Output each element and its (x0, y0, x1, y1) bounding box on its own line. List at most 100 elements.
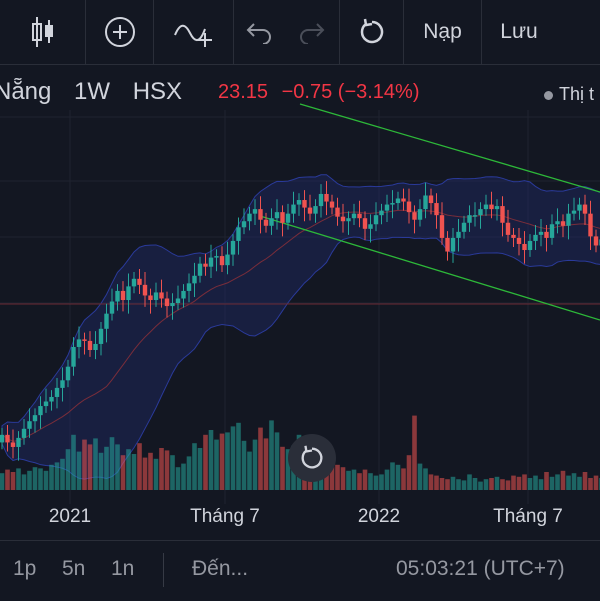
volume-bar (588, 478, 593, 490)
range-1p-button[interactable]: 1p (13, 557, 36, 581)
x-tick-label: Tháng 7 (190, 506, 260, 527)
volume-bar (516, 476, 522, 490)
volume-bar (390, 462, 395, 490)
luu-button[interactable]: Lưu (482, 0, 556, 64)
volume-bar (258, 427, 263, 490)
volume-bar (593, 475, 599, 490)
volume-bar (5, 469, 10, 490)
volume-bar (236, 422, 241, 490)
volume-bar (472, 478, 478, 490)
volume-bar (439, 478, 445, 490)
x-tick-label: Tháng 7 (493, 506, 563, 527)
x-tick-label: 2021 (48, 506, 92, 527)
volume-bar (219, 433, 225, 490)
price-change: −0.75 (−3.14%) (281, 81, 420, 103)
volume-bar (395, 464, 401, 490)
indicator-add-icon[interactable] (154, 0, 234, 64)
undo-icon[interactable] (234, 0, 284, 64)
volume-bar (54, 462, 60, 490)
volume-bar (379, 474, 384, 490)
volume-bar (428, 474, 434, 490)
volume-bar (269, 420, 274, 490)
volume-bar (115, 444, 120, 490)
volume-bar (527, 478, 533, 490)
legend-item[interactable]: Thị t (544, 84, 594, 105)
volume-bar (577, 476, 582, 490)
volume-bar (368, 473, 373, 490)
volume-bar (186, 456, 192, 490)
volume-bar (192, 443, 197, 490)
volume-bar (38, 468, 43, 490)
volume-bar (214, 439, 219, 490)
volume-bar (582, 472, 588, 490)
goto-date-button[interactable]: Đến... (192, 557, 248, 581)
volume-bar (148, 452, 153, 490)
candlestick-icon[interactable] (0, 0, 86, 64)
symbol-header[interactable]: Nẵng 1W HSX (0, 78, 182, 106)
volume-bar (197, 448, 203, 490)
volume-bar (461, 480, 467, 490)
volume-bar (566, 475, 571, 490)
volume-bar (478, 481, 483, 490)
volume-bar (153, 458, 159, 490)
volume-bar (522, 474, 527, 490)
volume-bar (340, 467, 346, 490)
volume-bar (450, 476, 456, 490)
redo-icon[interactable] (284, 0, 340, 64)
volume-bar (412, 415, 417, 490)
volume-bar (65, 449, 71, 490)
volume-bar (417, 463, 423, 490)
volume-bar (0, 473, 5, 490)
volume-bar (93, 438, 98, 490)
symbol-name: Nẵng (0, 78, 52, 105)
plus-circle-icon[interactable] (86, 0, 154, 64)
volume-bar (76, 451, 82, 490)
volume-bar (32, 467, 38, 490)
clock-display[interactable]: 05:03:21 (UTC+7) (396, 557, 565, 581)
luu-label: Lưu (500, 20, 538, 43)
volume-bar (27, 470, 32, 490)
volume-bar (43, 470, 49, 490)
legend-label: Thị t (559, 84, 595, 104)
volume-bar (49, 464, 54, 490)
volume-bar (131, 454, 137, 490)
volume-bar (241, 440, 247, 490)
last-price: 23.15 (218, 81, 269, 103)
volume-bar (263, 438, 269, 490)
volume-bar (533, 475, 538, 490)
band-fill (1, 174, 600, 480)
volume-bar (362, 469, 368, 490)
volume-bar (60, 458, 65, 490)
volume-bar (384, 469, 390, 490)
volume-bar (406, 455, 412, 490)
volume-bar (230, 426, 236, 490)
volume-bar (357, 473, 362, 490)
volume-bar (252, 439, 258, 490)
volume-bar (82, 439, 87, 490)
volume-bar (456, 479, 461, 490)
volume-bar (170, 455, 175, 490)
volume-bar (203, 434, 208, 490)
volume-bar (21, 474, 27, 490)
volume-bar (335, 464, 340, 490)
divider (163, 553, 164, 587)
reset-icon (301, 445, 323, 469)
reset-chart-button[interactable] (288, 434, 336, 482)
range-1n-button[interactable]: 1n (111, 557, 134, 581)
legend-dot-icon (544, 90, 553, 100)
volume-bar (489, 478, 494, 490)
volume-bar (511, 475, 516, 490)
volume-bar (401, 468, 406, 490)
symbol-interval[interactable]: 1W (74, 78, 110, 105)
top-toolbar: Nạp Lưu (0, 0, 600, 65)
nap-button[interactable]: Nạp (404, 0, 482, 64)
volume-bar (500, 479, 505, 490)
x-tick-label: 2022 (357, 506, 401, 527)
reset-icon[interactable] (340, 0, 404, 64)
range-5n-button[interactable]: 5n (62, 557, 85, 581)
volume-bar (538, 479, 544, 490)
volume-bar (164, 450, 170, 490)
volume-bar (142, 457, 148, 490)
volume-bar (137, 443, 142, 490)
volume-bar (71, 434, 76, 490)
